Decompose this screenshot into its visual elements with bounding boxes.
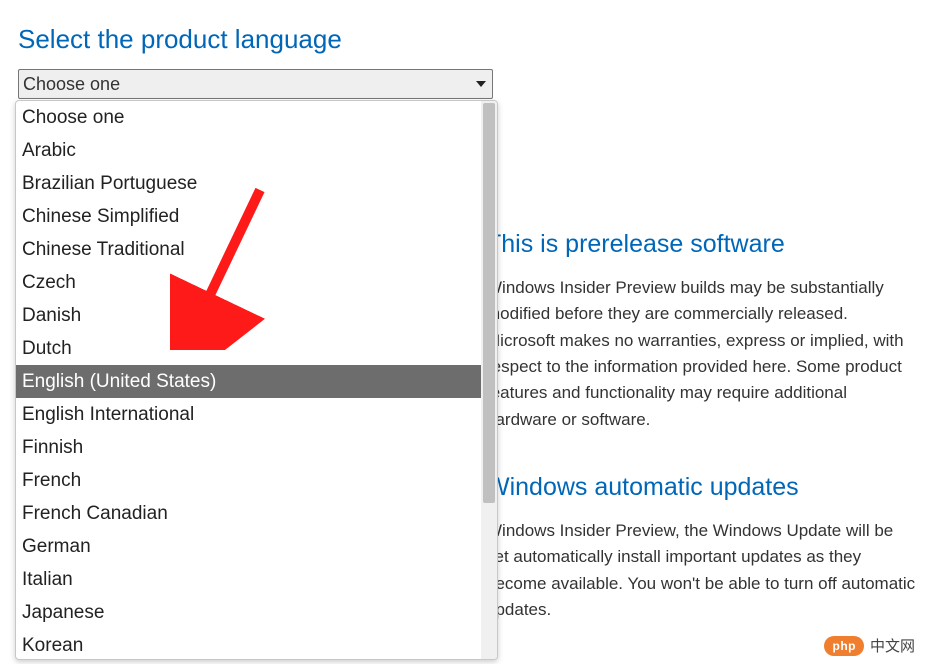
language-dropdown: Choose oneArabicBrazilian PortugueseChin… (15, 100, 498, 660)
prerelease-heading: This is prerelease software (486, 230, 916, 259)
language-select-value: Choose one (23, 74, 120, 95)
language-option[interactable]: Czech (16, 266, 481, 299)
language-option[interactable]: Korean (16, 629, 481, 659)
language-option[interactable]: Chinese Traditional (16, 233, 481, 266)
language-option[interactable]: French (16, 464, 481, 497)
updates-section: Windows automatic updates Windows Inside… (486, 473, 916, 623)
prerelease-section: This is prerelease software Windows Insi… (486, 230, 916, 433)
scrollbar-thumb[interactable] (483, 103, 495, 503)
language-option[interactable]: Chinese Simplified (16, 200, 481, 233)
updates-body: Windows Insider Preview, the Windows Upd… (486, 518, 916, 623)
updates-heading: Windows automatic updates (486, 473, 916, 502)
watermark: php 中文网 (824, 635, 915, 656)
chevron-down-icon (472, 75, 490, 93)
page-title: Select the product language (0, 0, 925, 69)
language-option[interactable]: French Canadian (16, 497, 481, 530)
language-option[interactable]: English International (16, 398, 481, 431)
language-option[interactable]: Italian (16, 563, 481, 596)
language-option[interactable]: Danish (16, 299, 481, 332)
language-option[interactable]: English (United States) (16, 365, 481, 398)
language-option[interactable]: Dutch (16, 332, 481, 365)
prerelease-body: Windows Insider Preview builds may be su… (486, 275, 916, 433)
language-option[interactable]: Choose one (16, 101, 481, 134)
scrollbar[interactable] (481, 101, 497, 659)
info-column: This is prerelease software Windows Insi… (486, 230, 916, 663)
language-option[interactable]: Japanese (16, 596, 481, 629)
language-option[interactable]: Brazilian Portuguese (16, 167, 481, 200)
language-select[interactable]: Choose one (18, 69, 493, 99)
language-option[interactable]: German (16, 530, 481, 563)
language-option[interactable]: Arabic (16, 134, 481, 167)
watermark-text: 中文网 (870, 635, 915, 656)
php-badge: php (824, 636, 864, 656)
language-option[interactable]: Finnish (16, 431, 481, 464)
language-dropdown-list: Choose oneArabicBrazilian PortugueseChin… (16, 101, 481, 659)
